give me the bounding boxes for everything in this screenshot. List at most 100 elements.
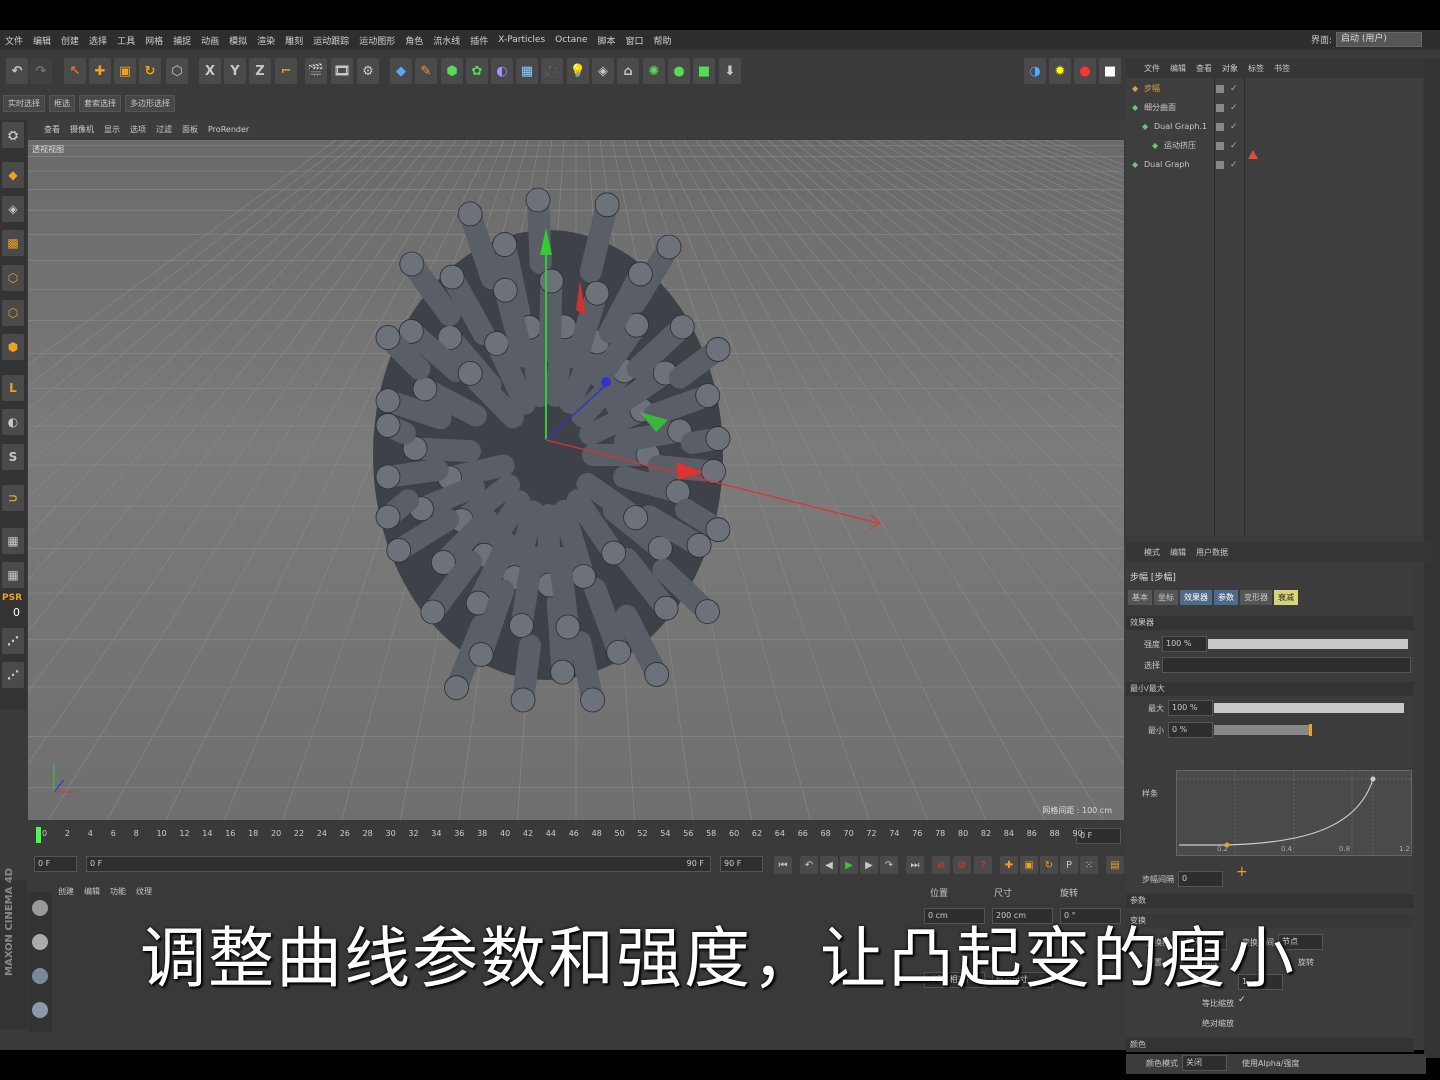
scale-tool-icon[interactable]: ▣ — [114, 58, 136, 84]
object-menu-item[interactable]: 标签 — [1248, 63, 1264, 74]
house-icon[interactable]: ⌂ — [617, 58, 639, 84]
x-axis-button[interactable]: X — [199, 58, 221, 84]
visibility-toggle[interactable] — [1216, 104, 1224, 112]
viewport-menu-item[interactable]: 摄像机 — [70, 124, 94, 135]
menu-item[interactable]: X-Particles — [493, 35, 550, 45]
attribute-menu-item[interactable]: 用户数据 — [1196, 547, 1228, 558]
object-row[interactable]: ◆ 运动挤压 ✓ — [1126, 137, 1422, 155]
model-mode-icon[interactable]: ◆ — [2, 162, 24, 188]
spline-point-end[interactable] — [1370, 776, 1376, 782]
axis-mode-icon[interactable]: L — [2, 375, 24, 401]
menu-item[interactable]: 雕刻 — [280, 34, 308, 47]
object-menu-item[interactable]: 编辑 — [1170, 63, 1186, 74]
menu-item[interactable]: 运动跟踪 — [308, 34, 354, 47]
frame-range-slider[interactable]: 0 F 90 F — [86, 856, 711, 872]
material-ball-icon[interactable] — [32, 1002, 48, 1018]
visibility-toggle[interactable] — [1216, 85, 1224, 93]
material-ball-icon[interactable] — [32, 934, 48, 950]
next-frame-icon[interactable]: ▶ — [860, 856, 878, 874]
deformer-icon[interactable]: ◐ — [491, 58, 513, 84]
key-pla-icon[interactable]: ⁙ — [1080, 856, 1098, 874]
coordinate-system-icon[interactable]: ⌐ — [275, 58, 297, 84]
max-field[interactable]: 100 % — [1168, 700, 1213, 716]
layout-select[interactable]: 启动 (用户) — [1336, 32, 1422, 47]
step-gap-field[interactable]: 0 — [1178, 871, 1223, 887]
object-menu-item[interactable]: 文件 — [1144, 63, 1160, 74]
enabled-check-icon[interactable]: ✓ — [1230, 137, 1238, 155]
menu-item[interactable]: 渲染 — [252, 34, 280, 47]
add-point-icon[interactable]: + — [1236, 864, 1248, 880]
menu-item[interactable]: 动画 — [196, 34, 224, 47]
attribute-tab[interactable]: 衰减 — [1274, 590, 1298, 605]
menu-item[interactable]: 工具 — [112, 34, 140, 47]
menu-item[interactable]: 插件 — [465, 34, 493, 47]
keyframe-selection-icon[interactable]: ? — [974, 856, 992, 874]
polygons-mode-icon[interactable]: ⬢ — [2, 334, 24, 360]
warning-tag-icon[interactable] — [1248, 150, 1258, 159]
selection-mode-button[interactable]: 多边形选择 — [125, 94, 175, 112]
z-axis-button[interactable]: Z — [249, 58, 271, 84]
menu-item[interactable]: 编辑 — [28, 34, 56, 47]
workplane-icon[interactable]: ▩ — [2, 230, 24, 256]
viewport-menu-item[interactable]: 选项 — [130, 124, 146, 135]
playhead[interactable] — [36, 827, 41, 843]
selection-mode-button[interactable]: 套索选择 — [79, 94, 121, 112]
grid-icon[interactable]: ⋰ — [2, 628, 24, 654]
tag-icon[interactable]: ◈ — [592, 58, 614, 84]
key-param-icon[interactable]: P — [1060, 856, 1078, 874]
material-ball-icon[interactable] — [32, 968, 48, 984]
selection-mode-button[interactable]: 实时选择 — [3, 94, 45, 112]
attribute-tab[interactable]: 参数 — [1214, 590, 1238, 605]
start-frame-field[interactable]: 0 F — [34, 856, 77, 872]
y-axis-button[interactable]: Y — [224, 58, 246, 84]
box-object-icon[interactable]: ■ — [693, 58, 715, 84]
render-view-icon[interactable]: 🎬 — [305, 58, 327, 84]
visibility-toggle[interactable] — [1216, 142, 1224, 150]
menu-item[interactable]: 创建 — [56, 34, 84, 47]
enabled-check-icon[interactable]: ✓ — [1230, 156, 1238, 174]
z-axis-knob[interactable] — [601, 377, 611, 387]
timeline-window-icon[interactable]: ▤ — [1106, 856, 1124, 874]
pen-icon[interactable]: ✎ — [415, 58, 437, 84]
key-rotation-icon[interactable]: ↻ — [1040, 856, 1058, 874]
menu-item[interactable]: 运动图形 — [354, 34, 400, 47]
next-key-icon[interactable]: ↷ — [880, 856, 898, 874]
object-row[interactable]: ◆ Dual Graph ✓ — [1126, 156, 1422, 174]
redo-icon[interactable]: ↷ — [30, 58, 52, 84]
strength-field[interactable]: 100 % — [1162, 636, 1207, 652]
visibility-toggle[interactable] — [1216, 161, 1224, 169]
move-tool-icon[interactable]: ✚ — [89, 58, 111, 84]
spline-graph[interactable]: 0.2 0.4 0.8 1.2 — [1176, 770, 1412, 856]
menu-item[interactable]: 模拟 — [224, 34, 252, 47]
download-icon[interactable]: ⬇ — [719, 58, 741, 84]
lock-workplane-icon[interactable]: ▦ — [2, 528, 24, 554]
object-menu-item[interactable]: 书签 — [1274, 63, 1290, 74]
render-settings-icon[interactable]: ⚙ — [357, 58, 379, 84]
viewport-menu-item[interactable]: ProRender — [208, 125, 249, 134]
key-position-icon[interactable]: ✚ — [1000, 856, 1018, 874]
magnet-icon[interactable]: ⊃ — [2, 485, 24, 511]
visibility-toggle[interactable] — [1216, 123, 1224, 131]
floor-icon[interactable]: ▦ — [516, 58, 538, 84]
recent-tool-icon[interactable]: ⬡ — [166, 58, 188, 84]
camera-icon[interactable]: 🎥 — [541, 58, 563, 84]
object-row[interactable]: ◆ Dual Graph.1 ✓ — [1126, 118, 1422, 136]
grid-alt-icon[interactable]: ⋰ — [2, 662, 24, 688]
spline-curve[interactable] — [1179, 778, 1374, 846]
octane-icon[interactable]: ◑ — [1024, 58, 1046, 84]
menu-item[interactable]: 帮助 — [649, 34, 677, 47]
min-slider-knob[interactable] — [1309, 724, 1312, 736]
viewport[interactable]: 透视视图 网格间距 : 100 cm — [28, 140, 1124, 820]
timeline-ruler[interactable]: 0 F 0 2 4 6 8 10 12 14 16 18 20 22 24 26 28 30 32 34 36 38 4… — [28, 825, 1124, 847]
viewport-canvas[interactable] — [28, 140, 1124, 820]
locked-icon[interactable]: ▦ — [2, 562, 24, 588]
record-key-icon[interactable]: ⊘ — [932, 856, 950, 874]
menu-item[interactable]: 网格 — [140, 34, 168, 47]
current-frame-field[interactable]: 0 F — [1076, 828, 1121, 844]
attribute-tab[interactable]: 效果器 — [1180, 590, 1212, 605]
render-picture-viewer-icon[interactable]: 🎞 — [331, 58, 353, 84]
color-mode-select[interactable]: 关闭 — [1182, 1055, 1227, 1071]
material-menu-item[interactable]: 创建 — [58, 886, 74, 897]
sun-icon[interactable]: ✹ — [1049, 58, 1071, 84]
rotate-tool-icon[interactable]: ↻ — [139, 58, 161, 84]
